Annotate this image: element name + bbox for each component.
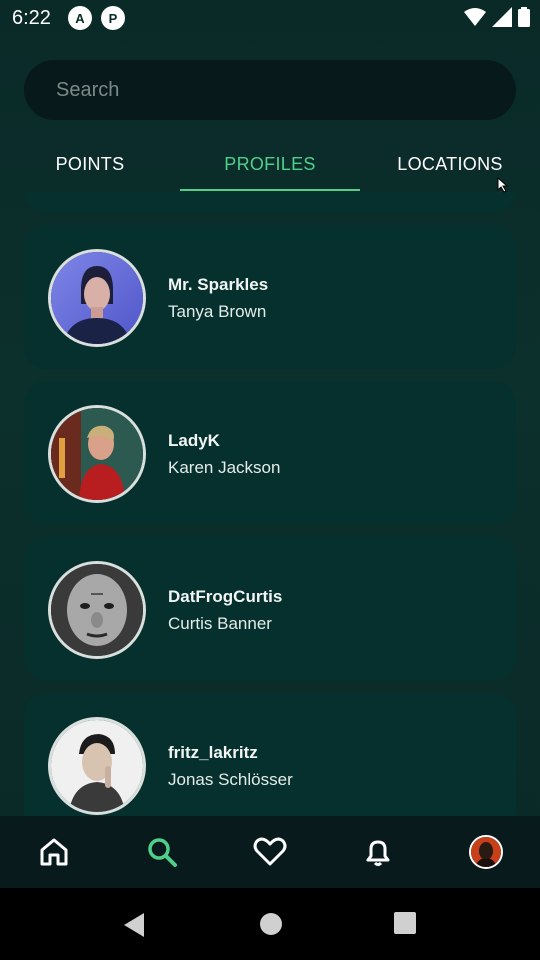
tab-label: POINTS xyxy=(55,153,125,174)
nav-search[interactable] xyxy=(144,834,180,870)
profile-username: LadyK xyxy=(168,431,220,450)
search-input[interactable] xyxy=(54,77,478,103)
avatar xyxy=(48,717,146,815)
profile-card[interactable] xyxy=(24,192,516,212)
app-notification-icon: A xyxy=(68,6,92,30)
tab-locations[interactable]: LOCATIONS xyxy=(360,136,540,192)
back-icon[interactable] xyxy=(122,912,146,938)
nav-favorites[interactable] xyxy=(252,834,288,870)
bottom-navigation xyxy=(0,816,540,888)
active-tab-indicator xyxy=(180,189,360,191)
tab-bar: POINTS PROFILES LOCATIONS xyxy=(0,136,540,192)
nav-profile[interactable] xyxy=(468,834,504,870)
nav-home[interactable] xyxy=(36,834,72,870)
profile-name: Karen Jackson xyxy=(168,458,281,477)
avatar xyxy=(48,249,146,347)
profile-name: Curtis Banner xyxy=(168,614,272,633)
mouse-cursor-icon xyxy=(497,177,509,193)
avatar xyxy=(48,561,146,659)
app-notification-icon: P xyxy=(101,6,125,30)
avatar xyxy=(469,835,503,869)
profile-name: Jonas Schlösser xyxy=(168,770,293,789)
profile-card[interactable]: DatFrogCurtis Curtis Banner xyxy=(24,537,516,681)
profile-name: Tanya Brown xyxy=(168,302,267,321)
avatar xyxy=(48,405,146,503)
tab-points[interactable]: POINTS xyxy=(0,136,180,192)
status-icons xyxy=(464,7,530,27)
battery-icon xyxy=(518,7,530,27)
profile-username: fritz_lakritz xyxy=(168,743,258,762)
tab-label: LOCATIONS xyxy=(397,153,503,174)
system-navigation-bar xyxy=(0,888,540,960)
status-time: 6:22 xyxy=(12,7,51,29)
bell-icon xyxy=(366,840,390,866)
profile-card[interactable]: Mr. Sparkles Tanya Brown xyxy=(24,225,516,369)
heart-icon xyxy=(253,837,287,866)
search-bar[interactable] xyxy=(24,60,516,120)
tab-label: PROFILES xyxy=(224,153,316,174)
cell-signal-icon xyxy=(492,7,512,27)
tab-profiles[interactable]: PROFILES xyxy=(180,136,360,192)
profile-card[interactable]: LadyK Karen Jackson xyxy=(24,381,516,525)
profiles-list[interactable]: Mr. Sparkles Tanya Brown LadyK Karen Jac… xyxy=(0,192,540,816)
home-icon xyxy=(40,838,68,866)
profile-card[interactable]: fritz_lakritz Jonas Schlösser xyxy=(24,693,516,816)
status-bar: 6:22 A P xyxy=(0,0,540,36)
recents-icon[interactable] xyxy=(394,912,416,934)
home-circle-icon[interactable] xyxy=(259,912,283,936)
wifi-icon xyxy=(464,8,486,26)
nav-notifications[interactable] xyxy=(360,834,396,870)
profile-username: Mr. Sparkles xyxy=(168,275,269,294)
profile-username: DatFrogCurtis xyxy=(168,587,283,606)
search-icon xyxy=(148,838,177,867)
